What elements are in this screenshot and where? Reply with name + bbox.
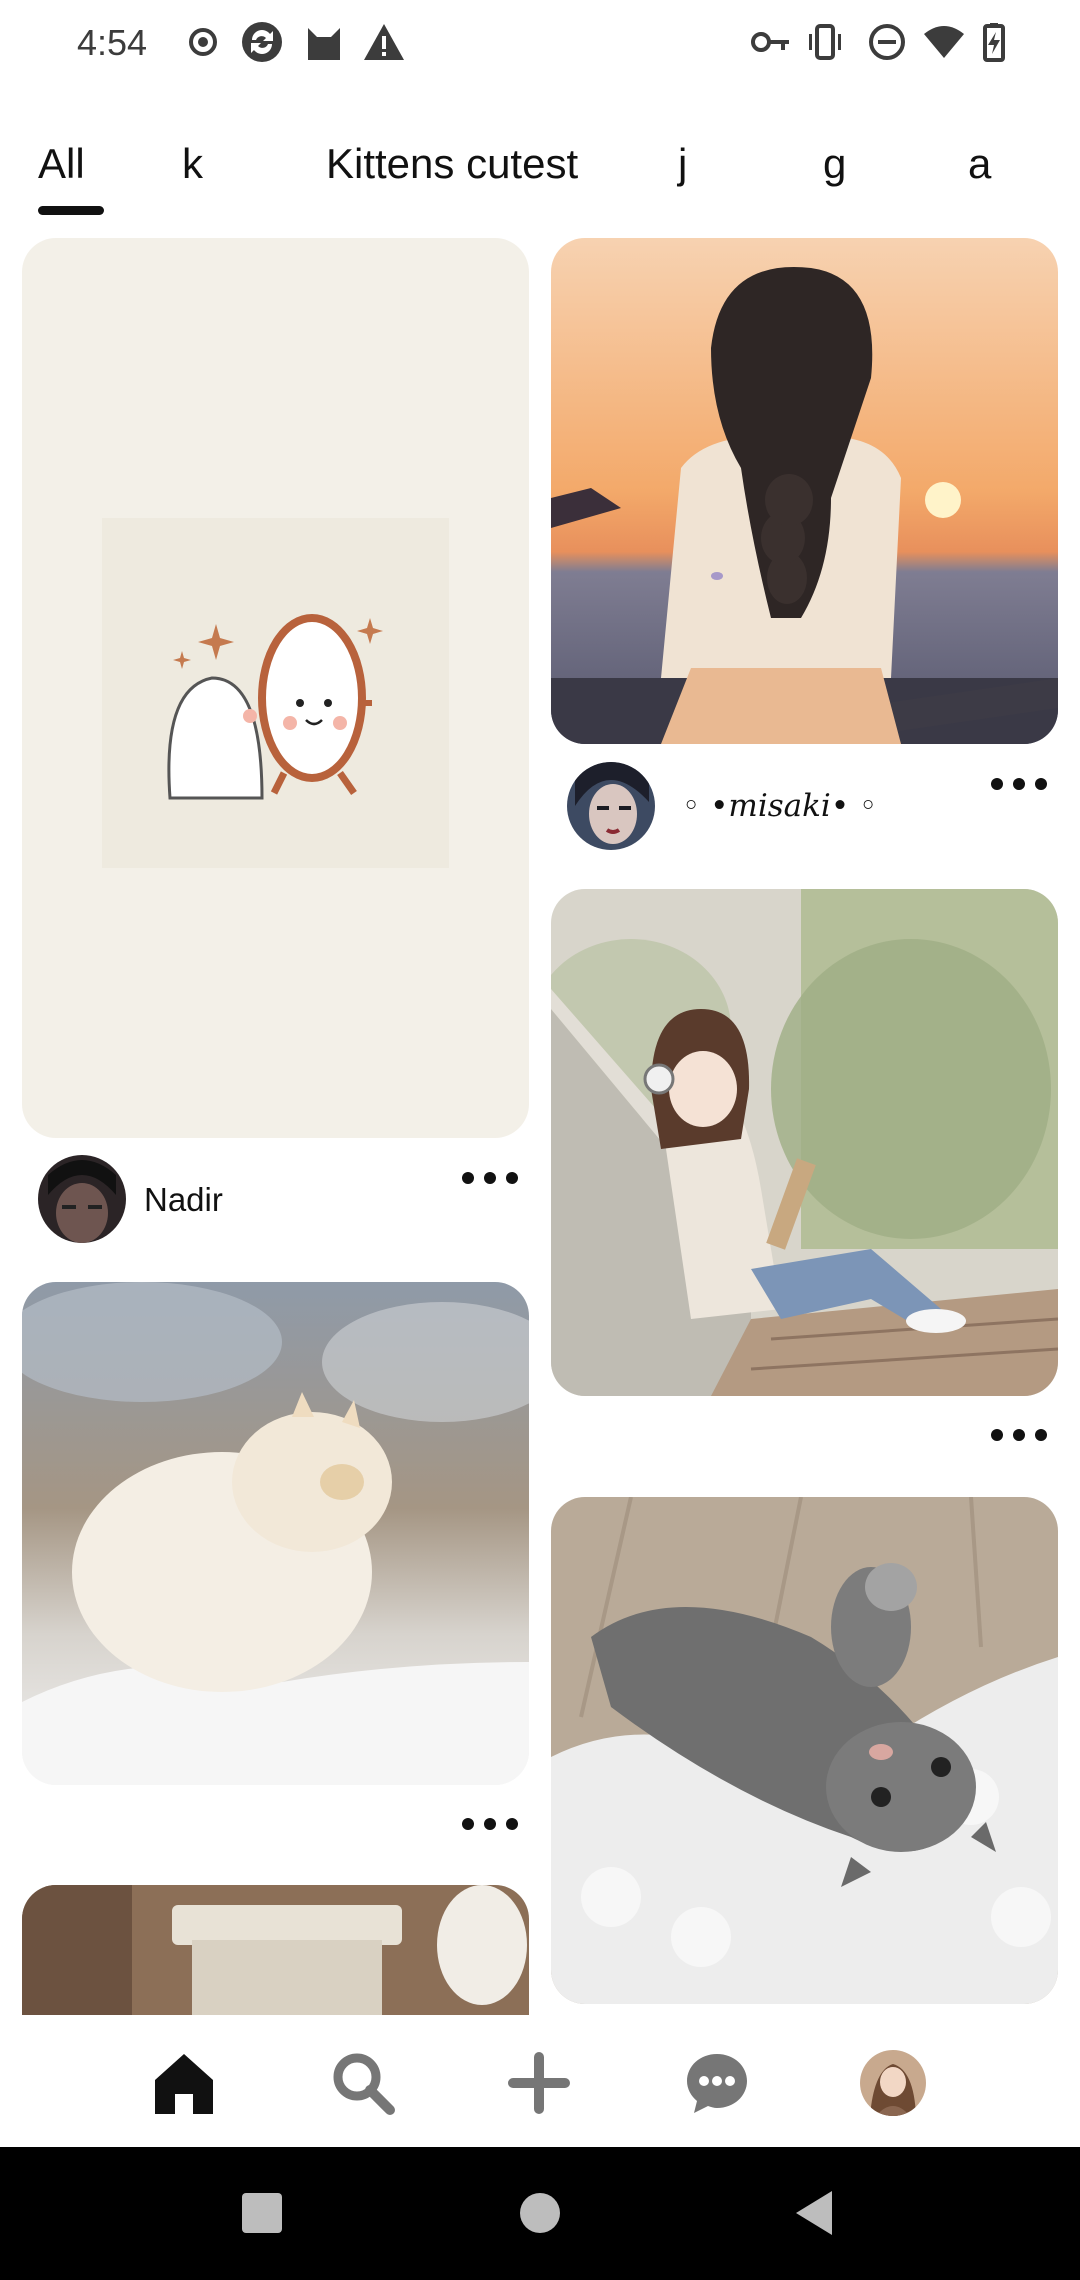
pin-more-options-icon[interactable] [991, 1425, 1047, 1445]
tab-kittens-cutest[interactable]: Kittens cutest [326, 140, 578, 188]
pin-more-options-icon[interactable] [462, 1168, 518, 1188]
messages-icon [687, 2054, 747, 2113]
battery-charging-icon [983, 23, 1005, 62]
cat-app-icon [308, 28, 340, 60]
tab-all[interactable]: All [38, 140, 85, 188]
create-button[interactable] [501, 2045, 577, 2121]
wifi-icon [924, 26, 964, 58]
home-button-system[interactable] [514, 2187, 566, 2239]
vibrate-icon [809, 24, 841, 60]
pin-author-name[interactable]: Nadir [144, 1181, 223, 1219]
pin-more-options-icon[interactable] [991, 774, 1047, 794]
sync-app-icon [242, 22, 282, 62]
profile-avatar [860, 2050, 926, 2116]
home-icon [155, 2054, 213, 2114]
pin-girl-sketching-image[interactable] [551, 889, 1058, 1396]
search-button[interactable] [325, 2045, 401, 2121]
search-icon [333, 2053, 395, 2115]
vpn-key-icon [751, 32, 789, 52]
home-button[interactable] [146, 2045, 222, 2121]
pin-ghost-mirror-image[interactable] [22, 238, 529, 1138]
profile-button[interactable] [855, 2045, 931, 2121]
status-bar: 4:54 [0, 0, 1080, 90]
system-navigation-bar [0, 2147, 1080, 2280]
messages-button[interactable] [679, 2045, 755, 2121]
selected-tab-indicator [38, 206, 104, 215]
pin-white-cat-image[interactable] [22, 1282, 529, 1785]
pin-room-interior-image[interactable] [22, 1885, 529, 2015]
tab-j[interactable]: j [678, 140, 687, 188]
board-tabs: All k Kittens cutest j g a [0, 140, 1080, 220]
tab-g[interactable]: g [823, 140, 846, 188]
tab-k[interactable]: k [182, 140, 203, 188]
pin-girl-sunset-image[interactable] [551, 238, 1058, 744]
create-icon [508, 2052, 570, 2114]
avatar[interactable] [567, 762, 655, 850]
warning-icon [364, 24, 404, 60]
record-icon [189, 28, 217, 56]
do-not-disturb-icon [869, 24, 905, 60]
status-time: 4:54 [77, 22, 148, 63]
avatar[interactable] [38, 1155, 126, 1243]
tab-a[interactable]: a [968, 140, 991, 188]
bottom-navigation-bar [0, 2015, 1080, 2147]
recents-button[interactable] [236, 2187, 288, 2239]
pin-more-options-icon[interactable] [462, 1814, 518, 1834]
back-button[interactable] [790, 2187, 842, 2239]
pin-grey-kitten-image[interactable] [551, 1497, 1058, 2004]
pin-author-name[interactable]: ◦ •misaki• ◦ [682, 788, 877, 824]
